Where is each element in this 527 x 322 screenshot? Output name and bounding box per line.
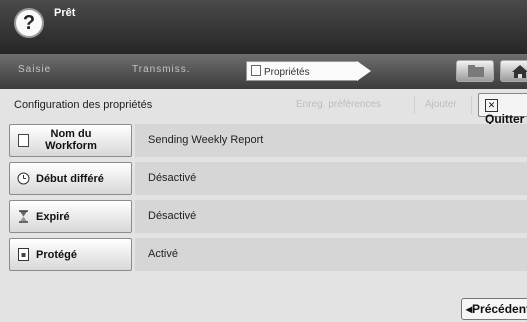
previous-button[interactable]: ◂Précédent xyxy=(461,298,527,320)
home-icon xyxy=(512,65,527,78)
top-bar: ? Prêt xyxy=(0,0,527,54)
delayed-start-value: Désactivé xyxy=(148,172,197,184)
add-button[interactable]: Ajouter xyxy=(425,99,457,110)
save-preferences-button[interactable]: Enreg. préférences xyxy=(296,99,381,110)
close-icon: ✕ xyxy=(485,99,498,112)
hourglass-icon xyxy=(19,210,28,223)
status-text: Prêt xyxy=(54,7,76,19)
folder-button[interactable] xyxy=(456,60,494,82)
expired-value: Désactivé xyxy=(148,210,197,222)
tab-transmission[interactable]: Transmiss. xyxy=(132,64,191,75)
property-row-expired: Expiré Désactivé xyxy=(9,200,527,233)
delayed-start-button[interactable]: Début différé xyxy=(9,162,132,195)
property-row-protected: Protégé Activé xyxy=(9,238,527,271)
page-title: Configuration des propriétés xyxy=(14,99,153,111)
tab-arrow-icon xyxy=(357,61,371,81)
folder-icon xyxy=(468,65,484,77)
expired-button[interactable]: Expiré xyxy=(9,200,132,233)
tab-properties[interactable]: Propriétés xyxy=(246,61,358,81)
divider xyxy=(471,96,472,114)
property-row-workform-name: Nom du Workform Sending Weekly Report xyxy=(9,124,527,157)
property-row-delayed-start: Début différé Désactivé xyxy=(9,162,527,195)
protected-button[interactable]: Protégé xyxy=(9,238,132,271)
workform-name-value: Sending Weekly Report xyxy=(148,134,264,146)
home-button[interactable] xyxy=(500,60,527,82)
lock-icon xyxy=(18,248,29,261)
help-button[interactable]: ? xyxy=(14,8,44,38)
protected-value: Activé xyxy=(148,248,178,260)
tab-saisie[interactable]: Saisie xyxy=(18,64,51,75)
document-icon xyxy=(18,134,29,147)
quit-button[interactable]: ✕Quitter xyxy=(478,93,527,126)
checkbox-icon xyxy=(251,65,261,76)
workform-name-button[interactable]: Nom du Workform xyxy=(9,124,132,157)
divider xyxy=(414,96,415,114)
row-band xyxy=(135,238,527,271)
clock-icon xyxy=(17,172,30,185)
tab-bar: Saisie Transmiss. Propriétés xyxy=(0,54,527,89)
